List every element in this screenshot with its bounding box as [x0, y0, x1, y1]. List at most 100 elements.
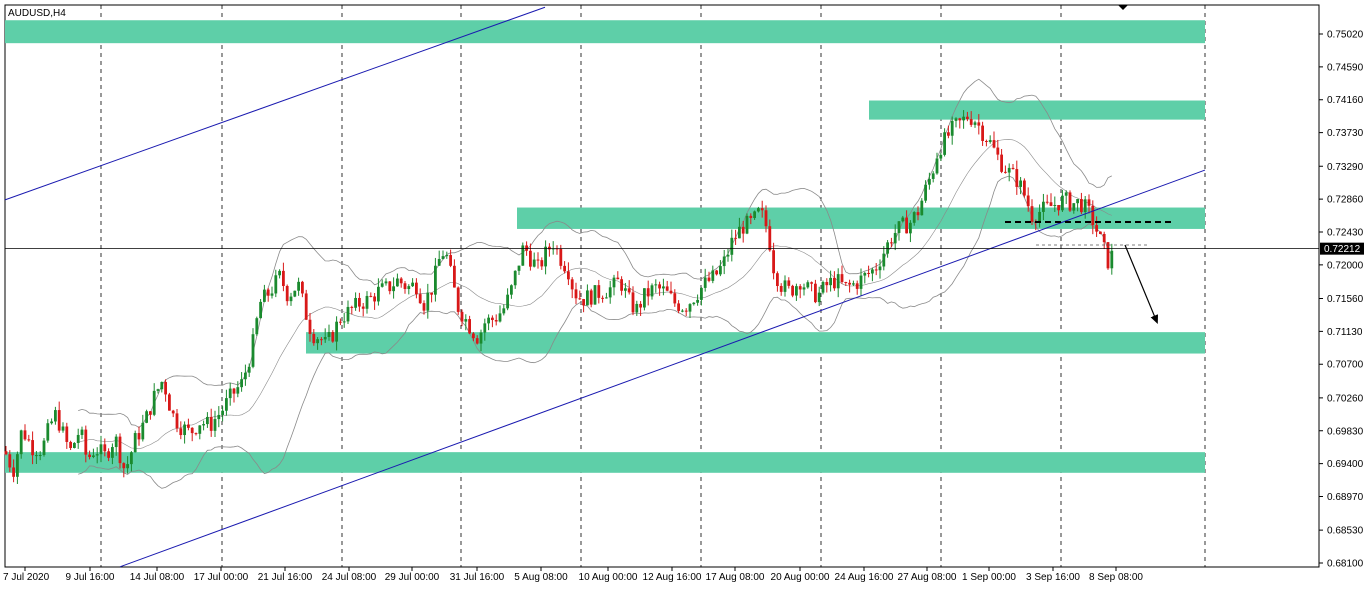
candle-body: [692, 302, 696, 305]
candle-body: [798, 286, 802, 290]
candle-body: [54, 410, 57, 422]
candle-body: [460, 311, 464, 322]
candle-body: [726, 254, 730, 257]
candle-body: [582, 299, 585, 306]
candle-body: [156, 389, 160, 391]
x-tick-label: 3 Sep 16:00: [1026, 572, 1080, 583]
candle-body: [377, 286, 380, 302]
candle-body: [836, 274, 840, 289]
candle-body: [274, 275, 278, 294]
candle-body: [141, 422, 145, 440]
candle-body: [8, 454, 12, 468]
candle-body: [646, 288, 650, 297]
y-tick-label: 0.68970: [1327, 492, 1364, 503]
candle-body: [586, 290, 589, 306]
candle-body: [73, 442, 76, 448]
candle-body: [988, 140, 992, 142]
candle-body: [768, 226, 772, 251]
candle-body: [327, 332, 331, 338]
candle-body: [966, 116, 969, 120]
candle-body: [160, 382, 164, 390]
candle-body: [202, 424, 205, 426]
candle-body: [179, 428, 183, 436]
candle-body: [1030, 206, 1034, 222]
y-tick-label: 0.75020: [1327, 30, 1364, 41]
x-tick-label: 9 Jul 16:00: [66, 572, 115, 583]
candle-body: [787, 280, 791, 286]
x-tick-label: 12 Aug 16:00: [643, 572, 702, 583]
supply-demand-zone: [306, 332, 1205, 354]
candle-body: [1000, 154, 1003, 172]
candle-body: [38, 455, 42, 457]
x-tick-label: 14 Jul 08:00: [130, 572, 185, 583]
candle-body: [570, 279, 574, 290]
x-tick-label: 24 Jul 08:00: [322, 572, 377, 583]
candle-body: [897, 221, 901, 233]
candle-body: [525, 245, 528, 251]
candle-body: [27, 439, 31, 441]
candle-body: [464, 319, 468, 322]
candle-body: [1011, 167, 1015, 170]
candle-body: [217, 414, 221, 420]
candle-body: [293, 290, 297, 297]
candle-body: [1007, 167, 1011, 173]
candle-body: [320, 339, 323, 341]
candle-body: [992, 140, 996, 148]
candle-body: [833, 277, 836, 289]
candle-body: [213, 419, 217, 431]
candle-body: [593, 285, 597, 305]
candle-body: [88, 454, 91, 457]
candle-body: [384, 281, 388, 284]
candle-body: [631, 292, 635, 313]
candle-body: [225, 398, 228, 411]
candle-body: [696, 299, 699, 303]
candle-body: [1083, 199, 1087, 213]
candle-body: [1023, 180, 1026, 196]
candle-body: [23, 430, 27, 440]
candle-body: [715, 270, 718, 275]
candle-body: [61, 426, 65, 431]
candle-body: [316, 339, 319, 344]
candle-body: [753, 211, 756, 219]
candle-body: [42, 440, 46, 456]
candle-body: [1026, 195, 1030, 207]
candle-body: [168, 394, 171, 411]
candle-body: [335, 321, 338, 342]
candle-body: [608, 287, 612, 298]
candle-body: [69, 441, 72, 448]
candle-body: [806, 282, 810, 288]
candle-body: [468, 319, 471, 334]
y-tick-label: 0.69400: [1327, 459, 1364, 470]
current-price-tag: 0.72212: [1320, 242, 1364, 255]
candle-body: [567, 271, 570, 280]
candle-body: [422, 303, 426, 311]
chart-canvas[interactable]: AUDUSD,H4 0.75020 0.74590 0.74160 0.73730 0.…: [0, 0, 1366, 588]
candle-body: [175, 413, 179, 429]
candle-body: [1019, 180, 1022, 187]
candle-body: [122, 463, 126, 469]
candle-body: [867, 272, 870, 274]
symbol-label: AUDUSD,H4: [8, 8, 66, 19]
candle-body: [969, 119, 973, 125]
candle-body: [563, 265, 566, 272]
candle-body: [916, 212, 920, 216]
candle-body: [297, 281, 300, 291]
candle-body: [578, 298, 582, 300]
candle-body: [289, 296, 293, 302]
x-tick-label: 17 Jul 00:00: [194, 572, 249, 583]
candle-body: [601, 297, 604, 299]
candle-body: [130, 452, 133, 465]
candle-body: [529, 250, 532, 267]
candle-body: [624, 288, 627, 291]
candle-body: [35, 455, 38, 457]
candle-body: [502, 308, 506, 314]
price-chart[interactable]: AUDUSD,H4 0.75020 0.74590 0.74160 0.73730 0.…: [0, 0, 1366, 588]
candle-body: [487, 317, 490, 324]
candle-body: [152, 390, 156, 415]
candle-body: [149, 411, 152, 415]
candle-body: [635, 303, 639, 313]
supply-demand-zone: [5, 20, 1205, 44]
candle-body: [16, 454, 19, 477]
candle-body: [510, 285, 513, 295]
candle-body: [270, 293, 274, 296]
